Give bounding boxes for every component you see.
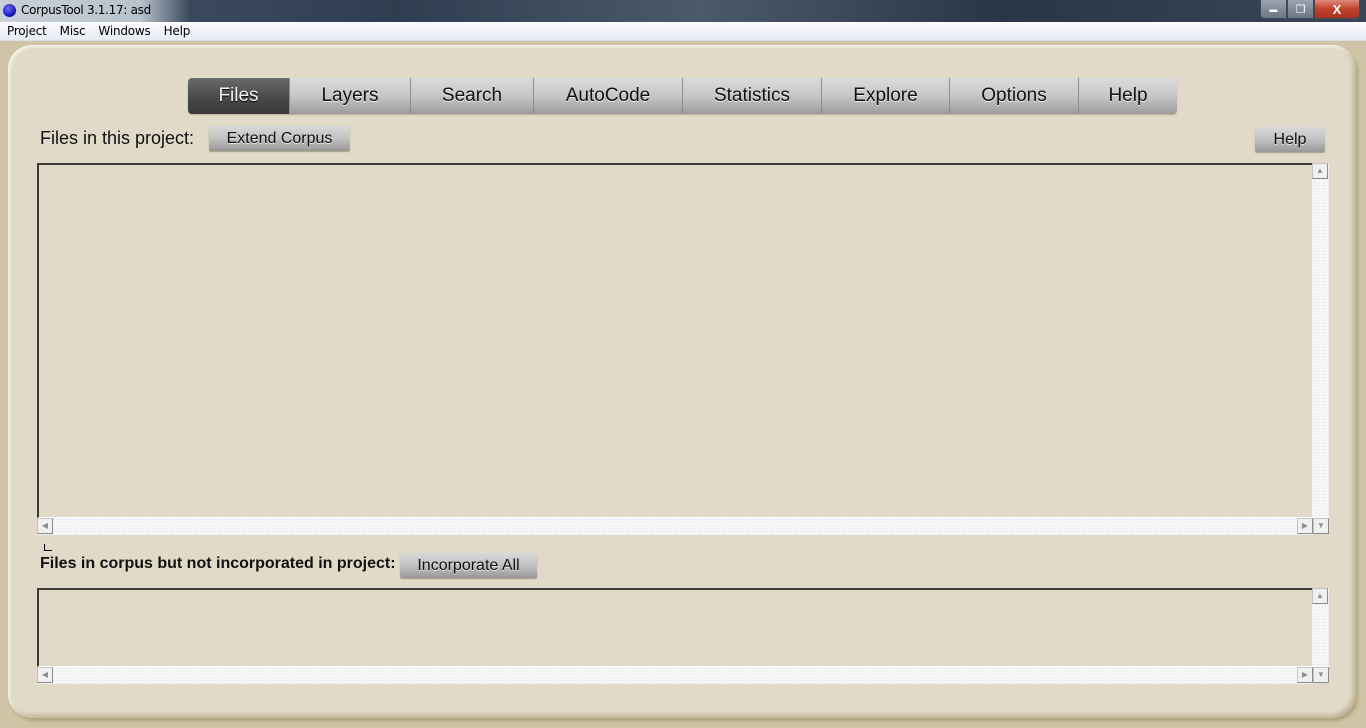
window-title: CorpusTool 3.1.17: asd [21, 3, 151, 17]
menu-misc[interactable]: Misc [55, 24, 91, 38]
close-button[interactable]: X [1314, 0, 1360, 19]
arrow-left-icon: ◀ [41, 521, 49, 530]
project-files-list[interactable] [37, 163, 1313, 518]
arrow-down-icon: ▼ [1317, 521, 1325, 530]
arrow-up-icon: ▲ [1316, 166, 1324, 175]
scroll-right-button-2[interactable]: ▶ [1297, 667, 1313, 683]
unincorporated-files-list[interactable] [37, 588, 1313, 667]
arrow-down-icon: ▼ [1317, 670, 1325, 679]
tab-help[interactable]: Help [1078, 78, 1177, 114]
pane-resize-handle[interactable] [44, 544, 52, 551]
restore-icon: ❐ [1295, 3, 1306, 16]
help-button[interactable]: Help [1255, 127, 1325, 152]
tab-layers[interactable]: Layers [289, 78, 410, 114]
maximize-button[interactable]: ❐ [1287, 0, 1314, 19]
scroll-down-button-2[interactable]: ▼ [1313, 667, 1329, 683]
unincorporated-files-horizontal-scrollbar[interactable]: ◀ ▶ [37, 667, 1313, 684]
scroll-left-button-2[interactable]: ◀ [37, 667, 53, 683]
unincorporated-files-label: Files in corpus but not incorporated in … [40, 555, 396, 572]
arrow-right-icon: ▶ [1301, 521, 1309, 530]
project-files-label: Files in this project: [40, 128, 195, 148]
tab-files[interactable]: Files [188, 78, 289, 114]
tab-explore[interactable]: Explore [821, 78, 949, 114]
menu-windows[interactable]: Windows [93, 24, 155, 38]
scroll-up-button-2[interactable]: ▲ [1312, 588, 1328, 604]
arrow-up-icon: ▲ [1316, 591, 1324, 600]
scroll-left-button[interactable]: ◀ [37, 518, 53, 534]
menu-bar: Project Misc Windows Help [0, 22, 1366, 41]
window-title-bar[interactable]: CorpusTool 3.1.17: asd ▬ ❐ X [0, 0, 1366, 22]
project-files-vertical-scrollbar[interactable]: ▲ [1312, 163, 1329, 518]
close-icon: X [1332, 1, 1342, 17]
tab-search[interactable]: Search [410, 78, 533, 114]
unincorporated-files-vertical-scrollbar[interactable]: ▲ [1312, 588, 1329, 667]
app-icon [3, 4, 16, 17]
menu-project[interactable]: Project [2, 24, 52, 38]
scroll-right-button[interactable]: ▶ [1297, 518, 1313, 534]
project-files-horizontal-scrollbar[interactable]: ◀ ▶ [37, 518, 1313, 535]
tab-options[interactable]: Options [949, 78, 1078, 114]
tab-statistics[interactable]: Statistics [682, 78, 821, 114]
scroll-down-button[interactable]: ▼ [1313, 518, 1329, 534]
minimize-button[interactable]: ▬ [1260, 0, 1287, 19]
window-controls: ▬ ❐ X [1260, 0, 1360, 19]
incorporate-all-button[interactable]: Incorporate All [400, 553, 537, 578]
tab-autocode[interactable]: AutoCode [533, 78, 682, 114]
arrow-right-icon: ▶ [1301, 670, 1309, 679]
arrow-left-icon: ◀ [41, 670, 49, 679]
menu-help[interactable]: Help [159, 24, 196, 38]
main-tabs: Files Layers Search AutoCode Statistics … [188, 78, 1177, 114]
extend-corpus-button[interactable]: Extend Corpus [209, 126, 350, 151]
scroll-up-button[interactable]: ▲ [1312, 163, 1328, 179]
minimize-icon: ▬ [1269, 4, 1278, 14]
